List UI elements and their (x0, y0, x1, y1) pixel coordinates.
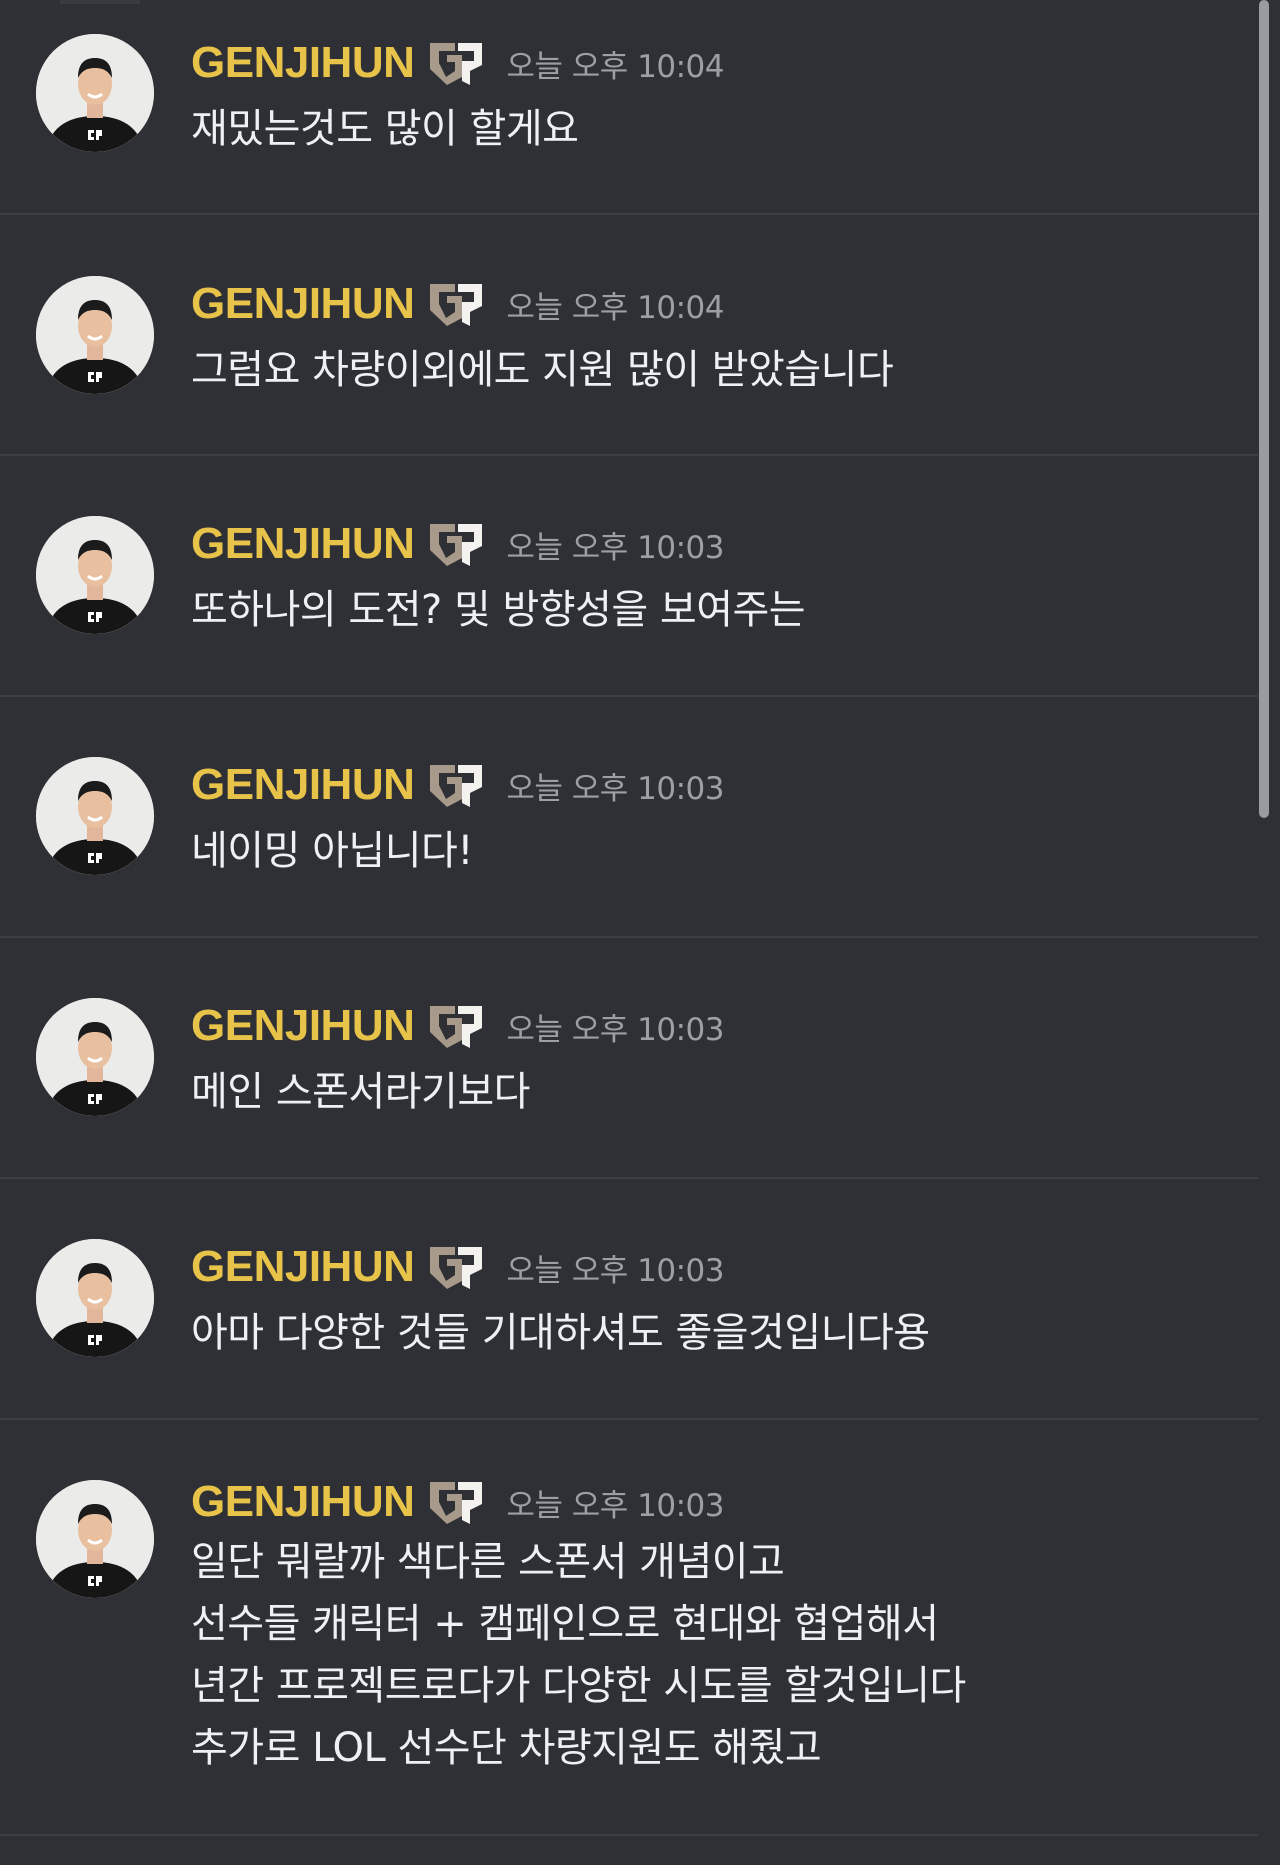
message-text: 일단 뭐랄까 색다른 스폰서 개념이고 선수들 캐릭터 + 캠페인으로 현대와 … (191, 1531, 1218, 1779)
chat-message[interactable]: GENJIHUN 오늘 오후 10:04 재밌는것도 많이 할게요 (0, 0, 1258, 215)
message-text: 네이밍 아닙니다! (191, 820, 1218, 882)
message-line: 아마 다양한 것들 기대하셔도 좋을것입니다용 (191, 1310, 930, 1356)
gen-g-logo-icon (428, 520, 484, 568)
message-timestamp: 오늘 오후 10:04 (506, 289, 724, 326)
user-avatar[interactable] (36, 757, 154, 875)
message-header: GENJIHUN 오늘 오후 10:04 (191, 37, 724, 89)
username[interactable]: GENJIHUN (191, 1242, 415, 1292)
gen-g-logo-icon (428, 761, 484, 809)
message-text: 메인 스폰서라기보다 (191, 1061, 1218, 1123)
chat-message[interactable]: GENJIHUN 오늘 오후 10:03 일단 뭐랄까 색다른 스폰서 개념이고… (0, 1420, 1258, 1836)
chat-message-list: GENJIHUN 오늘 오후 10:04 재밌는것도 많이 할게요 GENJIH… (0, 0, 1258, 1865)
message-header: GENJIHUN 오늘 오후 10:03 (191, 759, 724, 811)
message-line: 재밌는것도 많이 할게요 (191, 106, 579, 152)
message-line: 선수들 캐릭터 + 캠페인으로 현대와 협업해서 (191, 1601, 939, 1647)
message-timestamp: 오늘 오후 10:03 (506, 529, 724, 566)
message-header: GENJIHUN 오늘 오후 10:03 (191, 518, 724, 570)
username[interactable]: GENJIHUN (191, 38, 415, 88)
gen-g-logo-icon (428, 1478, 484, 1526)
username[interactable]: GENJIHUN (191, 1477, 415, 1527)
message-timestamp: 오늘 오후 10:03 (506, 1487, 724, 1524)
user-avatar[interactable] (36, 516, 154, 634)
message-timestamp: 오늘 오후 10:03 (506, 1011, 724, 1048)
chat-message[interactable]: GENJIHUN 오늘 오후 10:03 네이밍 아닙니다! (0, 697, 1258, 938)
message-text: 아마 다양한 것들 기대하셔도 좋을것입니다용 (191, 1302, 1218, 1364)
user-avatar[interactable] (36, 1239, 154, 1357)
message-header: GENJIHUN 오늘 오후 10:03 (191, 1476, 724, 1528)
message-line: 년간 프로젝트로다가 다양한 시도를 할것입니다 (191, 1663, 966, 1709)
username[interactable]: GENJIHUN (191, 279, 415, 329)
user-avatar[interactable] (36, 34, 154, 152)
message-line: 추가로 LOL 선수단 차량지원도 해줬고 (191, 1725, 822, 1771)
message-timestamp: 오늘 오후 10:03 (506, 1252, 724, 1289)
username[interactable]: GENJIHUN (191, 760, 415, 810)
message-text: 재밌는것도 많이 할게요 (191, 98, 1218, 160)
message-line: 또하나의 도전? 및 방향성을 보여주는 (191, 587, 806, 633)
scrollbar-thumb[interactable] (1259, 0, 1269, 818)
chat-message[interactable]: GENJIHUN 오늘 오후 10:03 메인 스폰서라기보다 (0, 938, 1258, 1179)
user-avatar[interactable] (36, 276, 154, 394)
message-timestamp: 오늘 오후 10:04 (506, 48, 724, 85)
message-line: 일단 뭐랄까 색다른 스폰서 개념이고 (191, 1539, 785, 1585)
username[interactable]: GENJIHUN (191, 519, 415, 569)
message-header: GENJIHUN 오늘 오후 10:03 (191, 1241, 724, 1293)
gen-g-logo-icon (428, 39, 484, 87)
gen-g-logo-icon (428, 1243, 484, 1291)
gen-g-logo-icon (428, 1002, 484, 1050)
message-line: 메인 스폰서라기보다 (191, 1069, 530, 1115)
chat-message[interactable]: GENJIHUN 오늘 오후 10:03 아마 다양한 것들 기대하셔도 좋을것… (0, 1179, 1258, 1420)
message-header: GENJIHUN 오늘 오후 10:03 (191, 1000, 724, 1052)
message-line: 그럼요 차량이외에도 지원 많이 받았습니다 (191, 347, 894, 393)
user-avatar[interactable] (36, 1480, 154, 1598)
message-timestamp: 오늘 오후 10:03 (506, 770, 724, 807)
message-text: 그럼요 차량이외에도 지원 많이 받았습니다 (191, 339, 1218, 401)
chat-message[interactable]: GENJIHUN 오늘 오후 10:04 그럼요 차량이외에도 지원 많이 받았… (0, 215, 1258, 456)
gen-g-logo-icon (428, 280, 484, 328)
message-header: GENJIHUN 오늘 오후 10:04 (191, 278, 724, 330)
username[interactable]: GENJIHUN (191, 1001, 415, 1051)
user-avatar[interactable] (36, 998, 154, 1116)
chat-message[interactable]: GENJIHUN 오늘 오후 10:03 또하나의 도전? 및 방향성을 보여주… (0, 456, 1258, 697)
message-line: 네이밍 아닙니다! (191, 828, 473, 874)
message-text: 또하나의 도전? 및 방향성을 보여주는 (191, 579, 1218, 641)
